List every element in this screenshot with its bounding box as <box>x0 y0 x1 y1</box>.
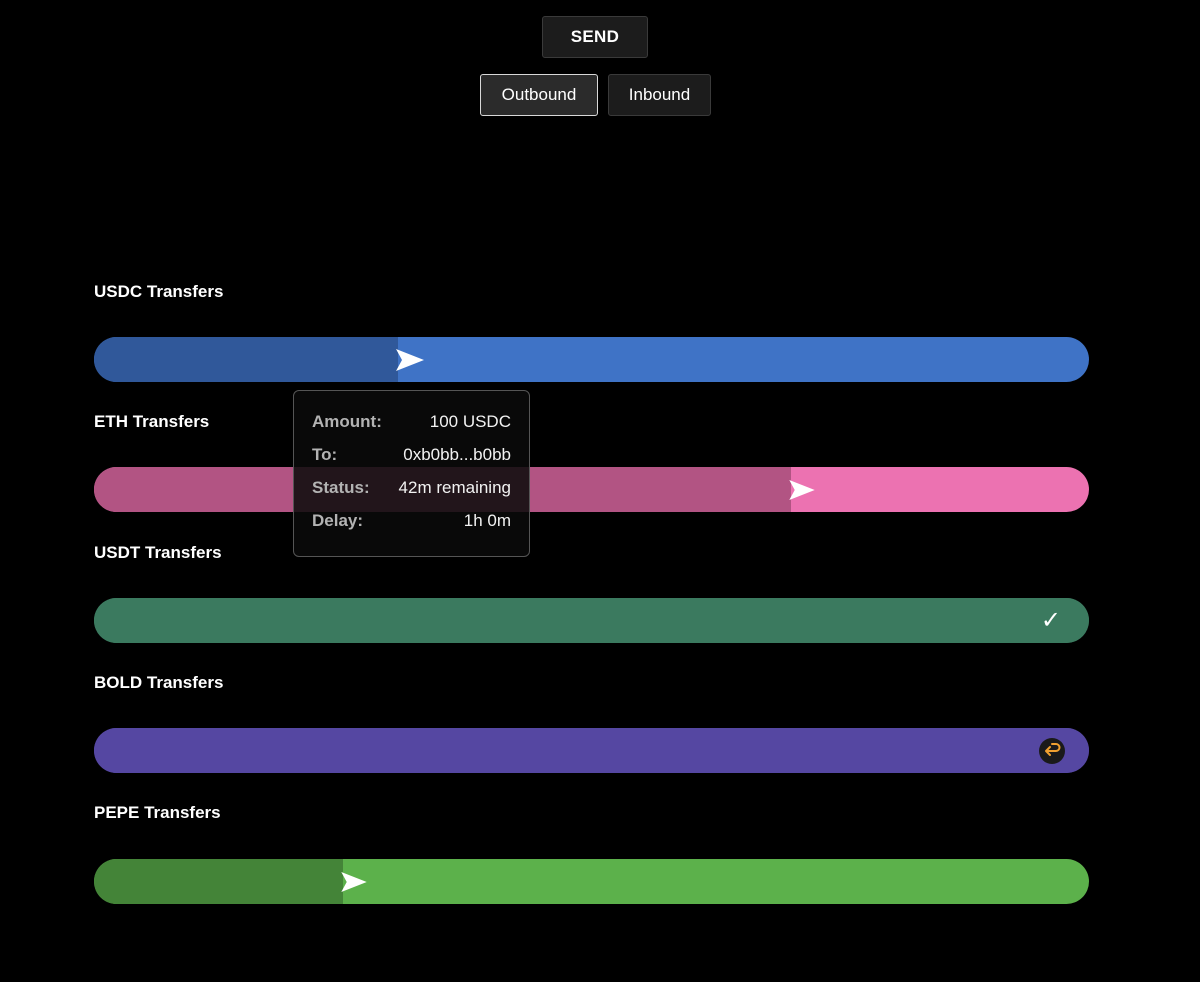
progress-fill <box>94 337 399 382</box>
checkmark-icon: ✓ <box>1040 606 1061 634</box>
tooltip-value: 1h 0m <box>463 511 511 530</box>
tooltip-label: Delay: <box>312 511 364 530</box>
tooltip-value: 0xb0bb...b0bb <box>403 445 511 464</box>
transfer-bar-usdt[interactable]: ✓ <box>94 598 1089 643</box>
transfer-bar-eth[interactable] <box>94 467 1089 512</box>
return-arrow-icon <box>1039 737 1065 764</box>
tooltip-row-delay: Delay: 1h 0m <box>312 510 511 543</box>
page: SEND Outbound Inbound USDC Transfers ETH… <box>0 0 1200 982</box>
progress-fill <box>94 728 1089 773</box>
section-title-usdt: USDT Transfers <box>94 543 222 562</box>
tab-outbound[interactable]: Outbound <box>480 74 598 116</box>
send-arrow-icon <box>341 871 367 892</box>
transfer-bar-usdc[interactable] <box>94 337 1089 382</box>
send-button[interactable]: SEND <box>542 16 648 58</box>
send-arrow-icon <box>788 479 815 500</box>
tooltip-label: Status: <box>312 478 370 497</box>
tooltip-row-to: To: 0xb0bb...b0bb <box>312 444 511 477</box>
section-title-bold: BOLD Transfers <box>94 673 224 692</box>
tooltip-row-amount: Amount: 100 USDC <box>312 411 511 444</box>
transfer-bar-bold[interactable] <box>94 728 1089 773</box>
section-title-pepe: PEPE Transfers <box>94 803 221 822</box>
tooltip-row-status: Status: 42m remaining <box>312 477 511 510</box>
transfer-tooltip: Amount: 100 USDC To: 0xb0bb...b0bb Statu… <box>293 390 530 557</box>
section-title-eth: ETH Transfers <box>94 412 210 431</box>
progress-fill <box>94 598 1089 643</box>
tooltip-label: Amount: <box>312 412 382 431</box>
section-title-usdc: USDC Transfers <box>94 282 224 301</box>
direction-tabs: Outbound Inbound <box>480 74 711 116</box>
tab-inbound[interactable]: Inbound <box>608 74 711 116</box>
transfer-bar-pepe[interactable] <box>94 859 1089 904</box>
tooltip-value: 100 USDC <box>429 412 511 431</box>
progress-fill <box>94 859 343 904</box>
tooltip-label: To: <box>312 445 338 464</box>
tooltip-value: 42m remaining <box>398 478 511 497</box>
send-arrow-icon <box>396 348 425 371</box>
